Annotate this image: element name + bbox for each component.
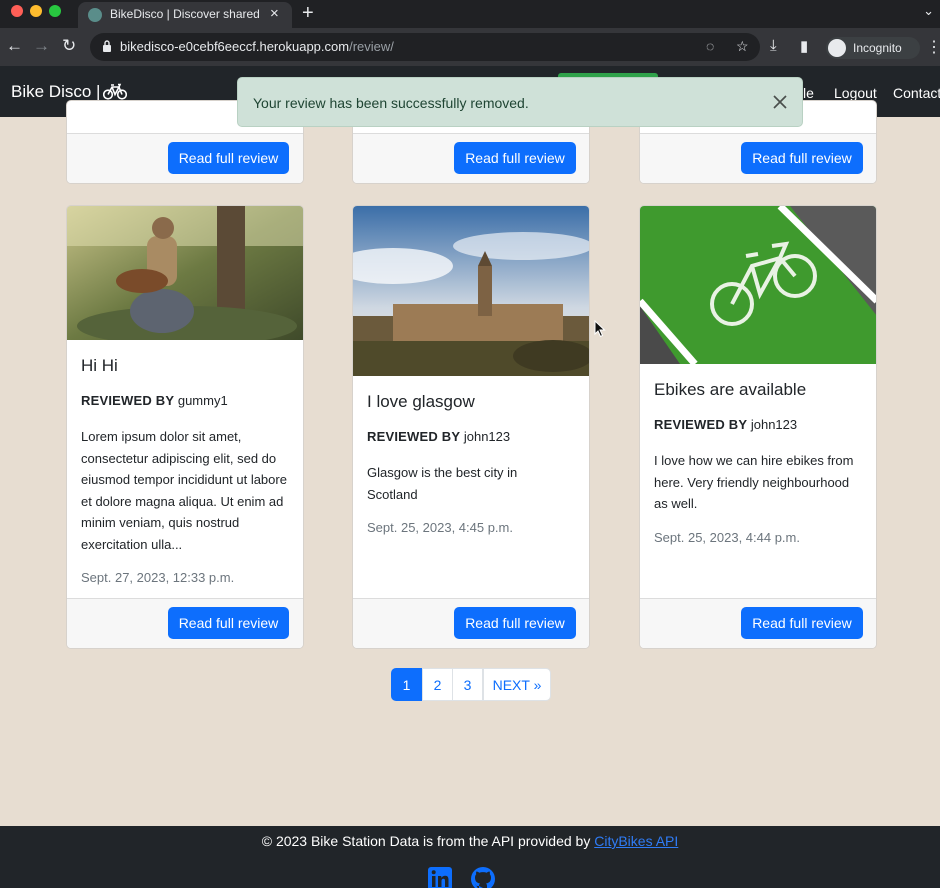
review-excerpt: Lorem ipsum dolor sit amet, consectetur … (81, 429, 287, 552)
browser-menu-icon[interactable]: ⋮ (926, 37, 940, 57)
review-title: I love glasgow (367, 392, 475, 411)
review-image (353, 206, 589, 376)
minimize-window-button[interactable] (30, 5, 42, 17)
read-full-review-button[interactable]: Read full review (741, 607, 863, 639)
page-link-3[interactable]: 3 (452, 668, 483, 701)
review-image (640, 206, 876, 364)
alert-message: Your review has been successfully remove… (253, 95, 529, 111)
browser-tab[interactable]: BikeDisco | Discover shared bi × (78, 2, 292, 28)
favicon-icon (88, 8, 102, 22)
browser-toolbar: ← → ↻ bikedisco-e0cebf6eeccf.herokuapp.c… (0, 28, 940, 66)
reload-icon[interactable]: ↻ (62, 36, 76, 56)
page-link-2[interactable]: 2 (422, 668, 453, 701)
linkedin-icon[interactable] (427, 866, 453, 888)
review-date: Sept. 25, 2023, 4:44 p.m. (654, 530, 800, 545)
incognito-icon (828, 39, 846, 57)
profile-label: Incognito (853, 41, 902, 55)
page-link-1[interactable]: 1 (391, 668, 422, 701)
review-excerpt: Glasgow is the best city in Scotland (367, 465, 518, 502)
side-panel-icon[interactable]: ▮ (800, 37, 808, 55)
new-tab-icon[interactable]: + (302, 2, 314, 25)
back-arrow-icon[interactable]: ← (6, 36, 23, 56)
url-text: bikedisco-e0cebf6eeccf.herokuapp.com/rev… (120, 39, 394, 54)
mouse-cursor-icon (594, 320, 606, 338)
review-date: Sept. 27, 2023, 12:33 p.m. (81, 570, 235, 585)
tab-title: BikeDisco | Discover shared bi (110, 7, 262, 21)
close-icon[interactable] (770, 92, 790, 112)
review-byline: REVIEWED BY gummy1 (81, 393, 228, 408)
review-title: Ebikes are available (654, 380, 807, 399)
lock-icon (103, 40, 111, 52)
close-window-button[interactable] (11, 5, 23, 17)
nav-link-logout[interactable]: Logout (834, 85, 877, 101)
review-excerpt: I love how we can hire ebikes from here.… (654, 453, 854, 512)
review-date: Sept. 25, 2023, 4:45 p.m. (367, 520, 513, 535)
download-icon[interactable]: ⤓ (770, 37, 777, 54)
nav-link-contact[interactable]: Contact (893, 85, 940, 101)
github-icon[interactable] (470, 866, 496, 888)
review-card: Hi Hi REVIEWED BY gummy1 Lorem ipsum dol… (66, 205, 304, 649)
eye-off-icon[interactable]: ◌ (706, 38, 714, 54)
incognito-profile-button[interactable]: Incognito (826, 37, 920, 59)
review-title: Hi Hi (81, 356, 118, 375)
site-footer: © 2023 Bike Station Data is from the API… (0, 826, 940, 888)
review-byline: REVIEWED BY john123 (367, 429, 511, 444)
read-full-review-button[interactable]: Read full review (741, 142, 863, 174)
review-image (67, 206, 303, 340)
review-card: I love glasgow REVIEWED BY john123 Glasg… (352, 205, 590, 649)
bicycle-icon (103, 83, 127, 100)
footer-credits: © 2023 Bike Station Data is from the API… (261, 833, 679, 849)
bookmark-star-icon[interactable]: ☆ (736, 38, 749, 55)
read-full-review-button[interactable]: Read full review (168, 142, 289, 174)
tab-close-icon[interactable]: × (270, 5, 279, 22)
page-next-link[interactable]: NEXT » (483, 668, 551, 701)
review-byline: REVIEWED BY john123 (654, 417, 798, 432)
brand-logo[interactable]: Bike Disco | (11, 82, 100, 102)
browser-tab-bar: BikeDisco | Discover shared bi × + ⌄ (0, 0, 940, 28)
tab-search-chevron-icon[interactable]: ⌄ (923, 3, 934, 19)
read-full-review-button[interactable]: Read full review (168, 607, 289, 639)
forward-arrow-icon[interactable]: → (33, 36, 50, 56)
success-alert: Your review has been successfully remove… (237, 77, 803, 127)
read-full-review-button[interactable]: Read full review (454, 142, 576, 174)
address-bar[interactable]: bikedisco-e0cebf6eeccf.herokuapp.com/rev… (90, 33, 760, 61)
read-full-review-button[interactable]: Read full review (454, 607, 576, 639)
review-card: Ebikes are available REVIEWED BY john123… (639, 205, 877, 649)
maximize-window-button[interactable] (49, 5, 61, 17)
citybikes-api-link[interactable]: CityBikes API (594, 833, 678, 849)
